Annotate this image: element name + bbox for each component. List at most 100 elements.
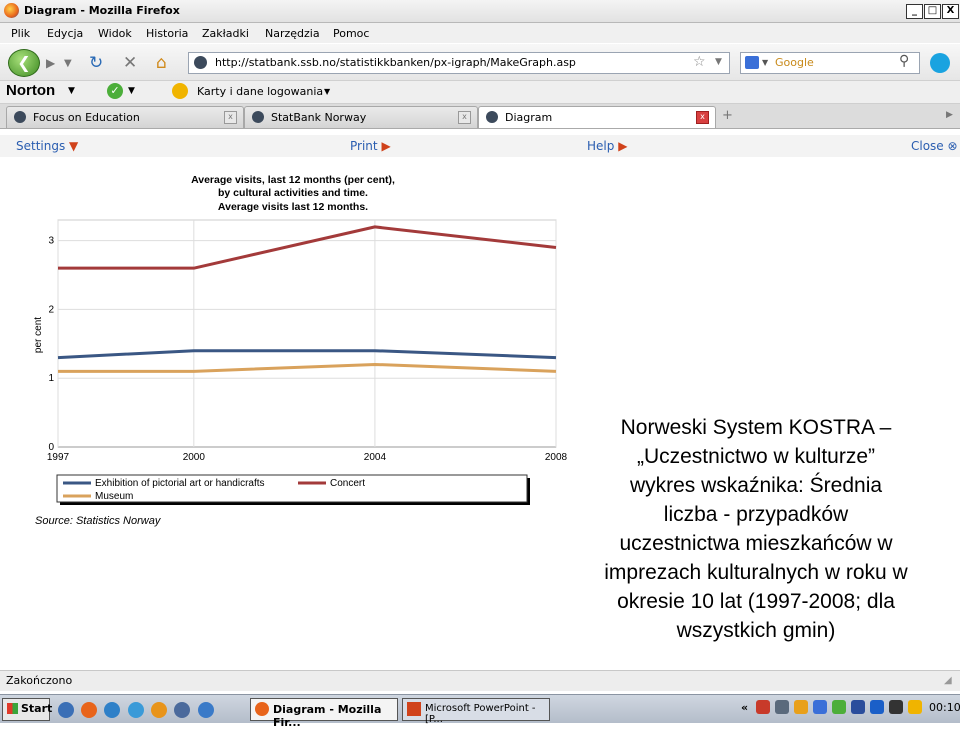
quicklaunch-icon[interactable] (104, 702, 120, 718)
caption-line: wszystkich gmin) (676, 619, 836, 642)
menu-plik[interactable]: Plik (11, 27, 30, 40)
tab-close-icon[interactable]: x (696, 111, 709, 124)
maximize-button[interactable]: □ (924, 4, 941, 19)
page-toolbar: Settings ▼ Print ▶ Help ▶ Close ⊗ (0, 135, 960, 157)
series-line-2 (58, 362, 557, 373)
windows-logo-icon (7, 703, 18, 714)
menu-edycja[interactable]: Edycja (47, 27, 83, 40)
menu-zakladki[interactable]: Zakładki (202, 27, 249, 40)
menu-historia[interactable]: Historia (146, 27, 188, 40)
search-input[interactable]: Google (775, 56, 814, 69)
forward-icon[interactable]: ▶ (46, 56, 55, 70)
tab-site-icon (14, 111, 26, 123)
tray-icon[interactable] (756, 700, 770, 714)
home-icon[interactable]: ⌂ (156, 53, 167, 73)
close-label: Close (911, 139, 944, 153)
tab-focus-on-education[interactable]: Focus on Education x (6, 106, 244, 128)
reload-icon[interactable]: ↻ (89, 53, 103, 73)
norton-dropdown-icon[interactable]: ▼ (68, 86, 75, 96)
identity-safe-label[interactable]: Karty i dane logowania (197, 85, 323, 98)
help-link[interactable]: Help ▶ (587, 139, 627, 153)
close-link[interactable]: Close ⊗ (911, 139, 958, 153)
menu-bar: Plik Edycja Widok Historia Zakładki Narz… (0, 23, 960, 43)
tab-site-icon (252, 111, 264, 123)
caption-line: imprezach kulturalnych w roku w (604, 561, 908, 584)
print-arrow-icon: ▶ (381, 139, 391, 153)
menu-widok[interactable]: Widok (98, 27, 132, 40)
tab-strip: Focus on Education x StatBank Norway x D… (0, 104, 960, 129)
help-arrow-icon: ▶ (618, 139, 628, 153)
title-bar: Diagram - Mozilla Firefox _ □ X (0, 0, 960, 23)
resize-grip-icon[interactable]: ◢ (944, 675, 952, 686)
legend-label-concert: Concert (330, 478, 365, 489)
tab-close-icon[interactable]: x (458, 111, 471, 124)
overlay-caption: Norweski System KOSTRA – „Uczestnictwo w… (570, 413, 942, 645)
caption-line: „Uczestnictwo w kulturze” (636, 445, 876, 468)
quicklaunch-icon[interactable] (198, 702, 214, 718)
quicklaunch-icon[interactable] (174, 702, 190, 718)
settings-link[interactable]: Settings ▼ (16, 139, 78, 153)
firefox-icon (255, 702, 269, 716)
series-line-0 (57, 349, 557, 360)
print-link[interactable]: Print ▶ (350, 139, 391, 153)
tray-icon[interactable] (908, 700, 922, 714)
tray-expand-icon[interactable]: « (741, 701, 748, 714)
settings-caret-icon: ▼ (69, 139, 79, 153)
tray-icon[interactable] (832, 700, 846, 714)
bookmark-star-icon[interactable]: ☆ (693, 54, 706, 70)
menu-pomoc[interactable]: Pomoc (333, 27, 369, 40)
url-text: http://statbank.ssb.no/statistikkbanken/… (215, 56, 576, 69)
skype-icon[interactable] (930, 53, 950, 73)
tray-bluetooth-icon[interactable] (870, 700, 884, 714)
caption-line: uczestnictwa mieszkańców w (619, 532, 893, 555)
close-window-button[interactable]: X (942, 4, 959, 19)
stop-icon[interactable]: ✕ (123, 53, 137, 73)
new-tab-icon[interactable]: + (722, 108, 733, 123)
tray-icon[interactable] (851, 700, 865, 714)
tray-icon[interactable] (889, 700, 903, 714)
tab-label: StatBank Norway (271, 111, 367, 124)
x-tick-label: 1997 (47, 452, 70, 463)
quicklaunch-ie-icon[interactable] (128, 702, 144, 718)
taskbar-button-powerpoint[interactable]: Microsoft PowerPoint - [P... (402, 698, 550, 725)
tab-scroll-icon[interactable]: ▶ (946, 110, 953, 120)
quicklaunch-icon[interactable] (58, 702, 74, 718)
tab-site-icon (486, 111, 498, 123)
safe-dropdown-icon[interactable]: ▼ (128, 86, 135, 96)
back-button[interactable]: ❮ (8, 49, 40, 77)
start-button[interactable]: Start (2, 698, 52, 721)
grid (57, 220, 557, 448)
caption-line: liczba - przypadków (663, 503, 849, 526)
status-text: Zakończono (6, 674, 73, 687)
quicklaunch-icon[interactable] (151, 702, 167, 718)
url-dropdown-icon[interactable]: ▼ (715, 57, 722, 67)
taskbar-button-firefox[interactable]: Diagram - Mozilla Fir... (250, 698, 398, 729)
x-tick-labels: 1997 2000 2004 2008 (47, 452, 568, 463)
y-axis-label: per cent (33, 317, 44, 353)
history-dropdown-icon[interactable]: ▼ (64, 58, 72, 69)
cards-dropdown-icon[interactable]: ▼ (324, 87, 330, 96)
tray-icon[interactable] (813, 700, 827, 714)
minimize-button[interactable]: _ (906, 4, 923, 19)
quicklaunch-firefox-icon[interactable] (81, 702, 97, 718)
tab-label: Focus on Education (33, 111, 140, 124)
norton-logo[interactable]: Norton (6, 82, 55, 99)
tab-statbank-norway[interactable]: StatBank Norway x (244, 106, 478, 128)
google-icon (745, 56, 759, 69)
window-title: Diagram - Mozilla Firefox (24, 4, 180, 17)
address-bar[interactable]: http://statbank.ssb.no/statistikkbanken/… (188, 52, 730, 74)
tab-close-icon[interactable]: x (224, 111, 237, 124)
menu-narzedzia[interactable]: Narzędzia (265, 27, 320, 40)
navigation-toolbar: ❮ ▶ ▼ ↻ ✕ ⌂ http://statbank.ssb.no/stati… (0, 44, 960, 81)
search-magnifier-icon[interactable]: ⚲ (899, 53, 909, 69)
tab-diagram[interactable]: Diagram x (478, 106, 716, 128)
tray-network-icon[interactable] (775, 700, 789, 714)
x-tick-label: 2000 (183, 452, 206, 463)
search-box[interactable]: ▼ Google ⚲ (740, 52, 920, 74)
norton-safe-icon[interactable]: ✓ (107, 83, 123, 99)
search-engine-dropdown-icon[interactable]: ▼ (762, 58, 768, 67)
tray-icon[interactable] (794, 700, 808, 714)
caption-line: wykres wskaźnika: Średnia (629, 474, 883, 497)
close-circle-icon: ⊗ (947, 139, 958, 153)
y-tick-labels: 0123 (48, 236, 54, 453)
